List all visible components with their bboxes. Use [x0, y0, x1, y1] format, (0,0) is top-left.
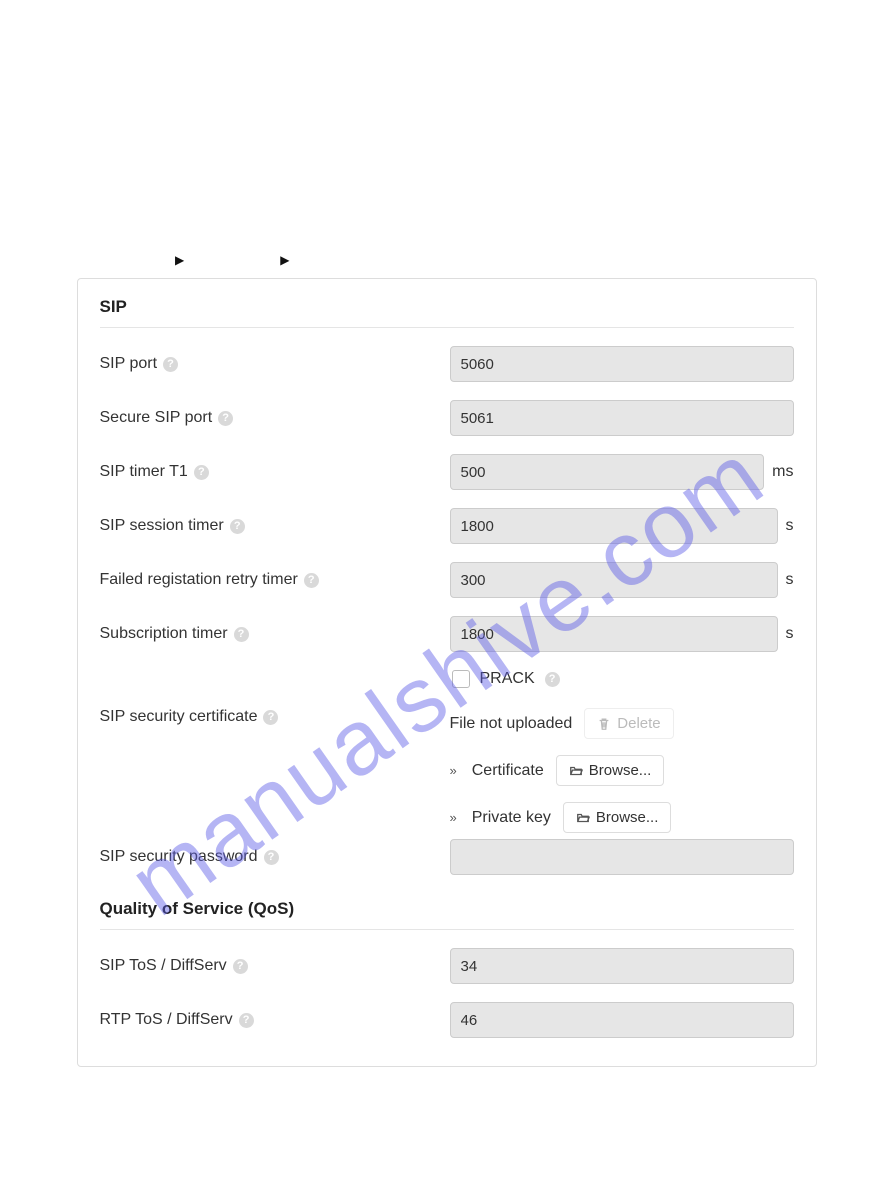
- failed-reg-retry-input[interactable]: [450, 562, 778, 598]
- row-sip-security-certificate: SIP security certificate ? File not uplo…: [100, 708, 794, 833]
- help-icon[interactable]: ?: [233, 959, 248, 974]
- help-icon[interactable]: ?: [230, 519, 245, 534]
- label-sip-tos: SIP ToS / DiffServ ?: [100, 957, 450, 975]
- unit-s: s: [786, 517, 794, 535]
- sip-port-input[interactable]: [450, 346, 794, 382]
- breadcrumb: ▶ ▶: [175, 253, 289, 267]
- unit-s: s: [786, 571, 794, 589]
- browse-private-key-button[interactable]: Browse...: [563, 802, 672, 833]
- subscription-timer-input[interactable]: [450, 616, 778, 652]
- help-icon[interactable]: ?: [545, 672, 560, 687]
- section-sip-title: SIP: [100, 291, 794, 328]
- row-rtp-tos: RTP ToS / DiffServ ?: [100, 1002, 794, 1038]
- sip-session-timer-input[interactable]: [450, 508, 778, 544]
- browse-label: Browse...: [589, 762, 652, 779]
- unit-s: s: [786, 625, 794, 643]
- label-text: Failed registation retry timer: [100, 571, 298, 589]
- rtp-tos-input[interactable]: [450, 1002, 794, 1038]
- label-sip-session-timer: SIP session timer ?: [100, 517, 450, 535]
- browse-certificate-button[interactable]: Browse...: [556, 755, 665, 786]
- label-text: SIP ToS / DiffServ: [100, 957, 227, 975]
- label-text: SIP session timer: [100, 517, 224, 535]
- help-icon[interactable]: ?: [263, 710, 278, 725]
- label-text: SIP security certificate: [100, 708, 258, 726]
- prack-label: PRACK: [480, 670, 535, 688]
- label-sip-security-password: SIP security password ?: [100, 848, 450, 866]
- chevron-double-right-icon: [450, 763, 457, 778]
- row-sip-tos: SIP ToS / DiffServ ?: [100, 948, 794, 984]
- chevron-right-icon: ▶: [175, 253, 184, 267]
- row-subscription-timer: Subscription timer ? s: [100, 616, 794, 652]
- label-text: Secure SIP port: [100, 409, 213, 427]
- help-icon[interactable]: ?: [264, 850, 279, 865]
- prack-checkbox[interactable]: [452, 670, 470, 688]
- label-subscription-timer: Subscription timer ?: [100, 625, 450, 643]
- sip-security-password-input[interactable]: [450, 839, 794, 875]
- help-icon[interactable]: ?: [234, 627, 249, 642]
- row-prack: PRACK ?: [452, 670, 794, 688]
- chevron-right-icon: ▶: [280, 253, 289, 267]
- settings-panel: SIP SIP port ? Secure SIP port ? SIP: [77, 278, 817, 1067]
- cert-file-status-line: File not uploaded Delete: [450, 708, 794, 739]
- cert-private-key-line: Private key Browse...: [450, 802, 794, 833]
- help-icon[interactable]: ?: [194, 465, 209, 480]
- cert-certificate-line: Certificate Browse...: [450, 755, 794, 786]
- row-sip-session-timer: SIP session timer ? s: [100, 508, 794, 544]
- label-sip-security-certificate: SIP security certificate ?: [100, 708, 450, 726]
- row-sip-port: SIP port ?: [100, 346, 794, 382]
- delete-button[interactable]: Delete: [584, 708, 673, 739]
- label-text: SIP security password: [100, 848, 258, 866]
- row-secure-sip-port: Secure SIP port ?: [100, 400, 794, 436]
- cert-certificate-label: Certificate: [472, 762, 544, 780]
- trash-icon: [597, 717, 611, 731]
- help-icon[interactable]: ?: [163, 357, 178, 372]
- row-sip-security-password: SIP security password ?: [100, 839, 794, 875]
- label-text: SIP timer T1: [100, 463, 188, 481]
- row-sip-timer-t1: SIP timer T1 ? ms: [100, 454, 794, 490]
- row-failed-reg-retry: Failed registation retry timer ? s: [100, 562, 794, 598]
- cert-private-key-label: Private key: [472, 809, 551, 827]
- folder-open-icon: [569, 764, 583, 778]
- unit-ms: ms: [772, 463, 793, 481]
- cert-file-status: File not uploaded: [450, 715, 573, 733]
- browse-label: Browse...: [596, 809, 659, 826]
- folder-open-icon: [576, 811, 590, 825]
- help-icon[interactable]: ?: [304, 573, 319, 588]
- help-icon[interactable]: ?: [218, 411, 233, 426]
- label-sip-port: SIP port ?: [100, 355, 450, 373]
- help-icon[interactable]: ?: [239, 1013, 254, 1028]
- chevron-double-right-icon: [450, 810, 457, 825]
- sip-timer-t1-input[interactable]: [450, 454, 765, 490]
- secure-sip-port-input[interactable]: [450, 400, 794, 436]
- label-text: SIP port: [100, 355, 158, 373]
- section-qos-title: Quality of Service (QoS): [100, 893, 794, 930]
- label-secure-sip-port: Secure SIP port ?: [100, 409, 450, 427]
- delete-label: Delete: [617, 715, 660, 732]
- label-sip-timer-t1: SIP timer T1 ?: [100, 463, 450, 481]
- label-text: Subscription timer: [100, 625, 228, 643]
- sip-tos-input[interactable]: [450, 948, 794, 984]
- label-rtp-tos: RTP ToS / DiffServ ?: [100, 1011, 450, 1029]
- label-text: RTP ToS / DiffServ: [100, 1011, 233, 1029]
- label-failed-reg-retry: Failed registation retry timer ?: [100, 571, 450, 589]
